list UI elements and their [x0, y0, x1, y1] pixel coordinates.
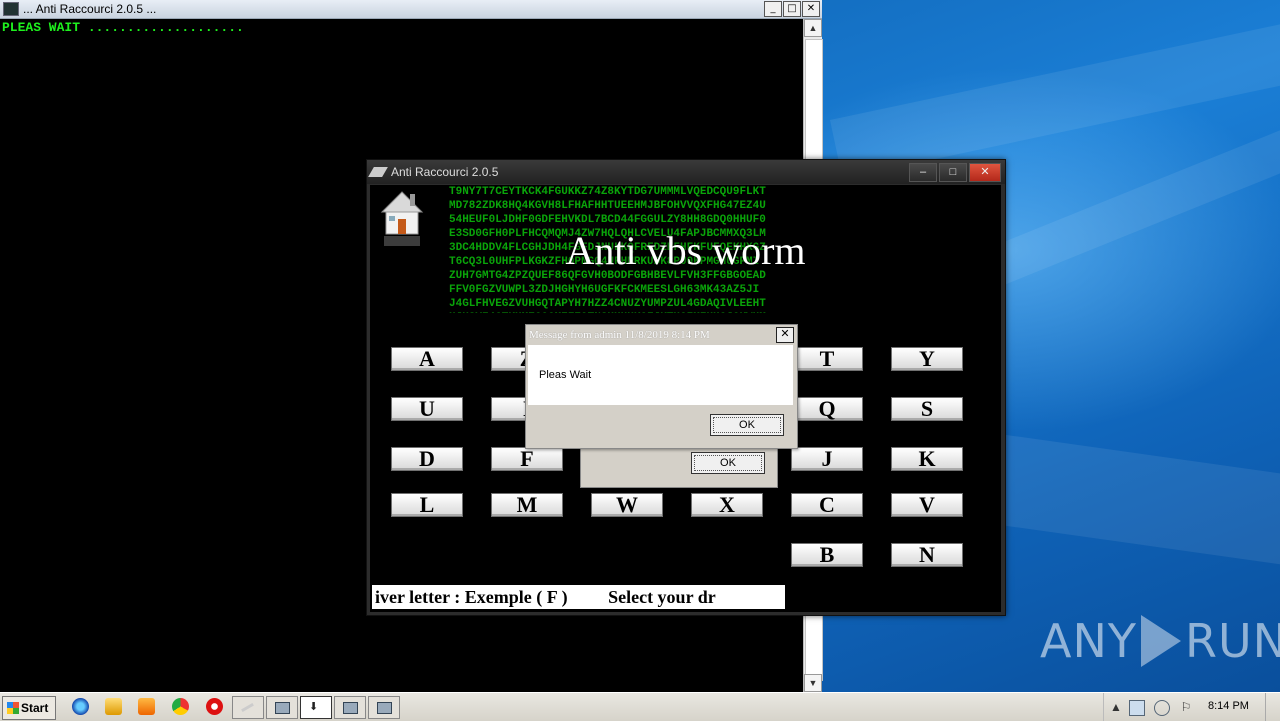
message-box-body: Pleas Wait	[528, 345, 793, 405]
window-task-icon	[275, 702, 290, 714]
file-explorer-icon[interactable]	[105, 698, 122, 715]
window-task-icon	[377, 702, 392, 714]
drive-key-m[interactable]: M	[491, 493, 563, 517]
taskbar-console-1[interactable]	[266, 696, 298, 719]
taskbar-app-feather[interactable]	[232, 696, 264, 719]
scrolling-instruction-text: iver letter : Exemple ( F ) Select your …	[372, 585, 785, 609]
console-title: ... Anti Raccourci 2.0.5 ...	[23, 2, 157, 16]
anyrun-watermark: ANY RUN	[1040, 606, 1280, 676]
matrix-line: FFV0FGZVUWPL3ZDJHGHYH6UGFKFCKMEESLGH63MK…	[449, 284, 760, 296]
console-window-controls: _ □ ✕	[764, 1, 820, 17]
play-logo-icon	[1140, 615, 1181, 667]
taskbar-console-2[interactable]	[334, 696, 366, 719]
matrix-line: MD782ZDK8HQ4KGVH8LFHAFHHTUEEHMJBFOHVVQXF…	[449, 200, 766, 212]
show-desktop-button[interactable]	[1265, 693, 1280, 721]
message-box-titlebar[interactable]: Message from admin 11/8/2019 8:14 PM	[526, 325, 797, 345]
message-box-title: Message from admin 11/8/2019 8:14 PM	[529, 329, 710, 341]
matrix-line: J4GLFHVEGZVUHGQTAPYH7HZZ4CNUZYUMPZUL4GDA…	[449, 298, 766, 310]
drive-key-u[interactable]: U	[391, 397, 463, 421]
drive-key-j[interactable]: J	[791, 447, 863, 471]
background-ok-button[interactable]: OK	[691, 452, 765, 474]
matrix-line: T9NY7T7CEYTKCK4FGUKKZ74Z8KYTDG7UMMMLVQED…	[449, 186, 766, 198]
taskbar-download-task[interactable]: ⬇	[300, 696, 332, 719]
tray-expand-icon[interactable]: ▲	[1109, 700, 1123, 714]
app-title: Anti Raccourci 2.0.5	[391, 165, 499, 179]
drive-key-t[interactable]: T	[791, 347, 863, 371]
matrix-line: HJU8YZ4GTKUMEGQGM7ZE9TN8UHHUKGFJKTHGZMZU…	[449, 311, 933, 313]
app-close-button[interactable]: ✕	[969, 163, 1001, 182]
drive-key-n[interactable]: N	[891, 543, 963, 567]
drive-key-x[interactable]: X	[691, 493, 763, 517]
drive-key-y[interactable]: Y	[891, 347, 963, 371]
drive-key-f[interactable]: F	[491, 447, 563, 471]
drive-key-c[interactable]: C	[791, 493, 863, 517]
drive-key-s[interactable]: S	[891, 397, 963, 421]
chrome-icon[interactable]	[172, 698, 189, 715]
feather-icon	[368, 167, 388, 177]
drive-key-a[interactable]: A	[391, 347, 463, 371]
feather-task-icon	[241, 702, 254, 713]
matrix-line: 54HEUF0LJDHF0GDFEHVKDL7BCD44FGGULZY8HH8G…	[449, 214, 766, 226]
watermark-right-text: RUN	[1184, 614, 1280, 668]
scroll-down-arrow[interactable]: ▼	[804, 674, 822, 692]
clock[interactable]: 8:14 PM	[1208, 700, 1249, 712]
action-center-flag-icon[interactable]: ⚐	[1179, 700, 1193, 714]
console-titlebar[interactable]: ... Anti Raccourci 2.0.5 ... _ □ ✕	[0, 0, 822, 19]
console-close-button[interactable]: ✕	[802, 1, 820, 17]
drive-key-k[interactable]: K	[891, 447, 963, 471]
taskbar: Start ⬇ ▲ ⚐ 8:14 PM	[0, 692, 1280, 721]
scroll-up-arrow[interactable]: ▲	[804, 19, 822, 37]
volume-icon[interactable]	[1154, 700, 1170, 716]
drive-key-b[interactable]: B	[791, 543, 863, 567]
drive-key-l[interactable]: L	[391, 493, 463, 517]
drive-key-w[interactable]: W	[591, 493, 663, 517]
windows-logo-icon	[7, 702, 19, 714]
message-ok-button[interactable]: OK	[710, 414, 784, 436]
taskbar-console-3[interactable]	[368, 696, 400, 719]
console-output-line: PLEAS WAIT ....................	[2, 20, 244, 35]
wallpaper-light-beam	[830, 11, 1280, 179]
network-icon[interactable]	[1129, 700, 1145, 716]
start-button[interactable]: Start	[2, 696, 56, 720]
message-box[interactable]: Message from admin 11/8/2019 8:14 PM ✕ P…	[525, 324, 798, 449]
message-box-text: Pleas Wait	[539, 369, 592, 381]
internet-explorer-icon[interactable]	[72, 698, 89, 715]
opera-icon[interactable]	[206, 698, 223, 715]
console-app-icon	[3, 2, 19, 16]
drive-key-q[interactable]: Q	[791, 397, 863, 421]
watermark-left-text: ANY	[1040, 614, 1137, 668]
window-task-icon	[343, 702, 358, 714]
app-headline: Anti vbs worm	[565, 228, 806, 273]
media-player-icon[interactable]	[138, 698, 155, 715]
app-titlebar[interactable]: Anti Raccourci 2.0.5 – □ ✕	[367, 160, 1005, 184]
app-maximize-button[interactable]: □	[939, 163, 967, 182]
drive-key-v[interactable]: V	[891, 493, 963, 517]
app-minimize-button[interactable]: –	[909, 163, 937, 182]
console-maximize-button[interactable]: □	[783, 1, 801, 17]
drive-key-d[interactable]: D	[391, 447, 463, 471]
system-tray: ▲ ⚐	[1103, 693, 1280, 721]
start-label: Start	[21, 701, 49, 715]
download-icon: ⬇	[309, 701, 319, 713]
console-minimize-button[interactable]: _	[764, 1, 782, 17]
message-box-close-button[interactable]: ✕	[776, 327, 794, 343]
